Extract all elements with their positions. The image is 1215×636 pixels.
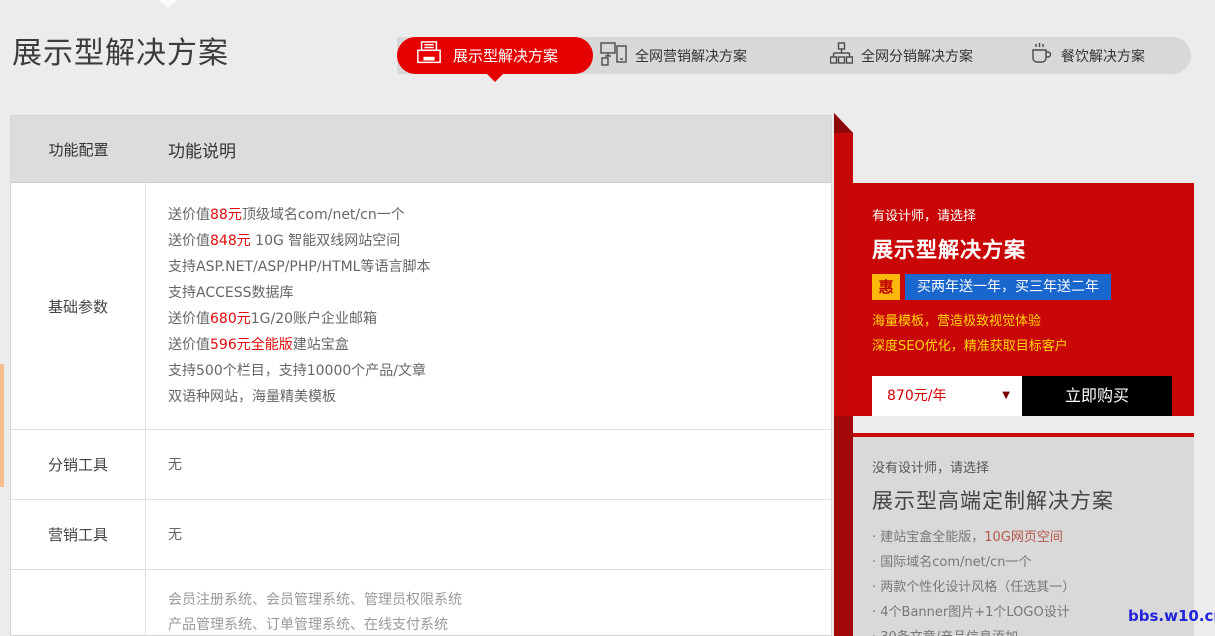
- offer-feature: 深度SEO优化，精准获取目标客户: [872, 339, 1068, 354]
- offer-kicker: 有设计师，请选择: [872, 209, 977, 224]
- feature-line: 送价值848元 10G 智能双线网站空间: [168, 228, 831, 254]
- price-select[interactable]: 870元/年 ▼: [872, 376, 1022, 416]
- row-content: 送价值88元顶级域名com/net/cn一个 送价值848元 10G 智能双线网站…: [146, 183, 831, 429]
- table-row: 会员注册系统、会员管理系统、管理员权限系统 产品管理系统、订单管理系统、在线支付系…: [11, 570, 831, 635]
- cup-icon: [1030, 42, 1053, 69]
- page-title: 展示型解决方案: [12, 36, 229, 71]
- top-notch-arrow: [158, 0, 178, 8]
- feature-line: 支持ASP.NET/ASP/PHP/HTML等语言脚本: [168, 254, 831, 280]
- left-edge-strip: [0, 364, 4, 487]
- tab-active-label: 展示型解决方案: [453, 47, 559, 65]
- text-segment: 848元: [210, 233, 251, 249]
- feature-line: 支持ACCESS数据库: [168, 280, 831, 306]
- text-segment: 88元: [210, 207, 242, 223]
- bullet-item: · 30条文章/产品信息添加: [872, 625, 1194, 636]
- text-segment: 双语种网站，海量精美模板: [168, 389, 336, 405]
- text-segment: 建站宝盒: [292, 337, 349, 353]
- price-select-value: 870元/年: [887, 388, 947, 404]
- promo-text-badge: 买两年送一年，买三年送二年: [905, 274, 1111, 300]
- feature-line: 产品管理系统、订单管理系统、在线支付系统: [168, 613, 831, 635]
- tab-display-solution[interactable]: 展示型解决方案: [397, 37, 593, 74]
- discount-badge: 惠: [872, 274, 900, 300]
- text-segment: 10G网页空间: [984, 530, 1063, 545]
- ribbon-fold: [834, 113, 853, 133]
- text-segment: 596元全能版: [210, 337, 293, 353]
- table-header-config: 功能配置: [48, 140, 109, 159]
- bullet-item: · 国际域名com/net/cn一个: [872, 550, 1194, 575]
- bullet-item: · 建站宝盒全能版，10G网页空间: [872, 525, 1194, 550]
- designer-offer-panel: 有设计师，请选择 展示型解决方案 惠 买两年送一年，买三年送二年 海量模板，营造…: [853, 183, 1194, 416]
- page: 展示型解决方案 全网营销解决方案 全网分销解决方案 餐饮解决方案 展示型解决方案 功…: [0, 0, 1215, 636]
- sitemap-icon: [829, 42, 854, 69]
- row-label: 基础参数: [11, 183, 146, 429]
- table-body: 基础参数 送价值88元顶级域名com/net/cn一个 送价值848元 10G 智能…: [11, 183, 831, 635]
- table-row: 营销工具 无: [11, 500, 831, 570]
- text-segment: 送价值: [168, 207, 210, 223]
- offer-feature: 海量模板，营造极致视觉体验: [872, 314, 1042, 329]
- text-segment: 会员注册系统、会员管理系统、管理员权限系统: [168, 592, 462, 608]
- text-segment: 送价值: [168, 337, 210, 353]
- tab-label: 全网分销解决方案: [861, 48, 973, 65]
- text-segment: 支持ASP.NET/ASP/PHP/HTML等语言脚本: [168, 259, 431, 275]
- feature-line: 送价值88元顶级域名com/net/cn一个: [168, 202, 831, 228]
- text-segment: 1G/20账户企业邮箱: [250, 311, 378, 327]
- table-row: 分销工具 无: [11, 430, 831, 500]
- table-header-row: 功能配置 功能说明: [11, 116, 831, 183]
- table-row: 基础参数 送价值88元顶级域名com/net/cn一个 送价值848元 10G 智能…: [11, 183, 831, 430]
- row-content: 无: [146, 430, 831, 499]
- purchase-row: 870元/年 ▼ 立即购买: [872, 376, 1172, 416]
- tab-cup[interactable]: 餐饮解决方案: [1030, 37, 1145, 74]
- row-label: 营销工具: [11, 500, 146, 569]
- text-segment: 送价值: [168, 311, 210, 327]
- text-segment: 无: [168, 456, 182, 473]
- text-segment: 顶级域名com/net/cn一个: [241, 207, 405, 223]
- text-segment: · 建站宝盒全能版，: [872, 530, 985, 545]
- printer-icon: [415, 40, 443, 71]
- custom-kicker: 没有设计师，请选择: [872, 461, 990, 476]
- bullet-item: · 两款个性化设计风格（任选其一）: [872, 575, 1194, 600]
- feature-line: 送价值680元1G/20账户企业邮箱: [168, 306, 831, 332]
- tab-sitemap[interactable]: 全网分销解决方案: [829, 37, 973, 74]
- chevron-down-icon: ▼: [1002, 390, 1010, 401]
- text-segment: 支持500个栏目，支持10000个产品/文章: [168, 363, 426, 379]
- ribbon-strip-lower: [834, 416, 853, 636]
- buy-now-button[interactable]: 立即购买: [1022, 376, 1172, 416]
- feature-line: 支持500个栏目，支持10000个产品/文章: [168, 358, 831, 384]
- text-segment: 产品管理系统、订单管理系统、在线支付系统: [168, 617, 448, 633]
- text-segment: · 两款个性化设计风格（任选其一）: [872, 580, 1076, 595]
- text-segment: 680元: [210, 311, 251, 327]
- custom-title: 展示型高端定制解决方案: [872, 489, 1114, 513]
- text-segment: 送价值: [168, 233, 210, 249]
- offer-feature-list: 海量模板，营造极致视觉体验深度SEO优化，精准获取目标客户: [872, 309, 1194, 359]
- row-content: 会员注册系统、会员管理系统、管理员权限系统 产品管理系统、订单管理系统、在线支付系…: [146, 570, 831, 635]
- row-content: 无: [146, 500, 831, 569]
- text-segment: 10G 智能双线网站空间: [250, 233, 401, 249]
- feature-line: 会员注册系统、会员管理系统、管理员权限系统: [168, 588, 831, 613]
- custom-offer-panel: 没有设计师，请选择 展示型高端定制解决方案 · 建站宝盒全能版，10G网页空间 ·…: [853, 433, 1194, 636]
- text-segment: 支持ACCESS数据库: [168, 285, 294, 301]
- ribbon-strip: [834, 113, 853, 416]
- text-segment: · 4个Banner图片+1个LOGO设计: [872, 605, 1070, 620]
- feature-table: 功能配置 功能说明 基础参数 送价值88元顶级域名com/net/cn一个 送价值8…: [10, 115, 832, 636]
- feature-line: 无: [168, 522, 831, 548]
- active-tab-pointer: [486, 73, 504, 82]
- tab-label: 餐饮解决方案: [1061, 48, 1145, 65]
- text-segment: · 国际域名com/net/cn一个: [872, 555, 1032, 570]
- devices-icon: [600, 41, 627, 70]
- watermark: bbs.w10.cn: [1128, 607, 1215, 625]
- row-label: 分销工具: [11, 430, 146, 499]
- feature-line: 无: [168, 452, 831, 478]
- tab-label: 全网营销解决方案: [635, 48, 747, 65]
- text-segment: 无: [168, 526, 182, 543]
- feature-line: 双语种网站，海量精美模板: [168, 384, 831, 410]
- row-label: [11, 570, 146, 635]
- table-header-description: 功能说明: [168, 141, 236, 162]
- tab-devices[interactable]: 全网营销解决方案: [600, 37, 747, 74]
- feature-line: 送价值596元全能版建站宝盒: [168, 332, 831, 358]
- text-segment: · 30条文章/产品信息添加: [872, 630, 1018, 636]
- offer-title: 展示型解决方案: [872, 238, 1026, 262]
- promo-badge-row: 惠 买两年送一年，买三年送二年: [872, 274, 1194, 300]
